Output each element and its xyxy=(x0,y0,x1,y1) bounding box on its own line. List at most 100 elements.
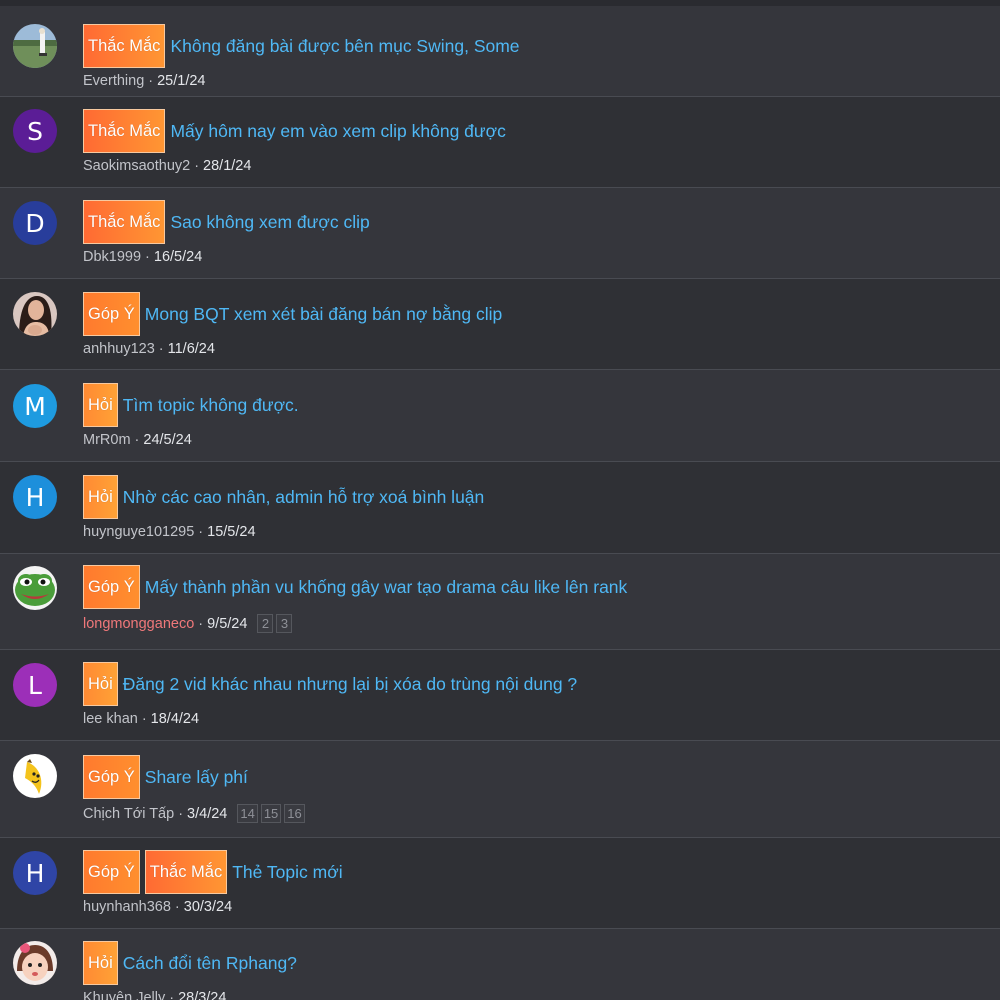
thread-author[interactable]: Dbk1999 xyxy=(83,249,141,265)
avatar-letter[interactable]: D xyxy=(13,201,57,245)
thread-meta: lee khan · 18/4/24 xyxy=(83,711,990,727)
thread-row[interactable]: M Hỏi Tìm topic không được. MrR0m · 24/5/24 xyxy=(0,370,1000,462)
thread-date[interactable]: 24/5/24 xyxy=(143,432,191,448)
thread-meta: Khuyên Jelly · 28/3/24 xyxy=(83,990,990,1000)
thread-date[interactable]: 3/4/24 xyxy=(187,806,227,822)
thread-date[interactable]: 15/5/24 xyxy=(207,524,255,540)
thread-date[interactable]: 9/5/24 xyxy=(207,616,247,632)
thread-title-line: Góp Ý Mong BQT xem xét bài đăng bán nợ bằ… xyxy=(83,292,990,336)
thread-date[interactable]: 30/3/24 xyxy=(184,899,232,915)
frog-avatar[interactable] xyxy=(13,566,57,610)
thread-content: Góp Ý Share lấy phí Chịch Tới Tấp · 3/4/24 14… xyxy=(83,755,990,823)
thread-row[interactable]: Góp Ý Mong BQT xem xét bài đăng bán nợ bằ… xyxy=(0,279,1000,370)
thread-title-line: Thắc Mắc Mấy hôm nay em vào xem clip khôn… xyxy=(83,109,990,153)
thread-row[interactable]: Hỏi Cách đổi tên Rphang? Khuyên Jelly · 28/3… xyxy=(0,929,1000,1000)
thread-title-link[interactable]: Mong BQT xem xét bài đăng bán nợ bằng cl… xyxy=(145,304,502,325)
thread-meta: huynhanh368 · 30/3/24 xyxy=(83,899,990,915)
meta-separator: · xyxy=(141,711,147,727)
thread-row[interactable]: S Thắc Mắc Mấy hôm nay em vào xem clip khô… xyxy=(0,97,1000,188)
avatar-letter[interactable]: L xyxy=(13,663,57,707)
avatar-letter[interactable]: H xyxy=(13,475,57,519)
thread-author[interactable]: longmongganeco xyxy=(83,616,194,632)
thread-meta: Chịch Tới Tấp · 3/4/24 14 15 16 xyxy=(83,804,990,823)
thread-date[interactable]: 18/4/24 xyxy=(151,711,199,727)
thread-title-link[interactable]: Thẻ Topic mới xyxy=(232,862,342,883)
thread-author[interactable]: huynguye101295 xyxy=(83,524,194,540)
thread-title-line: Hỏi Cách đổi tên Rphang? xyxy=(83,941,990,985)
thread-title-link[interactable]: Tìm topic không được. xyxy=(123,395,299,416)
avatar-initial: L xyxy=(28,670,42,700)
thread-title-link[interactable]: Cách đổi tên Rphang? xyxy=(123,953,297,974)
thread-title-line: Thắc Mắc Sao không xem được clip xyxy=(83,200,990,244)
meta-separator: · xyxy=(194,158,200,174)
prefix-thac-mac[interactable]: Thắc Mắc xyxy=(83,200,166,244)
thread-date[interactable]: 28/3/24 xyxy=(178,990,226,1000)
prefix-thac-mac[interactable]: Thắc Mắc xyxy=(144,850,228,894)
banana-avatar[interactable] xyxy=(13,754,57,798)
thread-author[interactable]: Chịch Tới Tấp xyxy=(83,806,174,822)
thread-date[interactable]: 28/1/24 xyxy=(203,158,251,174)
page-link[interactable]: 3 xyxy=(276,614,293,633)
prefix-hoi[interactable]: Hỏi xyxy=(83,662,118,706)
prefix-gop-y[interactable]: Góp Ý xyxy=(83,850,140,894)
thread-row[interactable]: Thắc Mắc Không đăng bài được bên mục Swin… xyxy=(0,6,1000,97)
thread-meta: huynguye101295 · 15/5/24 xyxy=(83,524,990,540)
prefix-thac-mac[interactable]: Thắc Mắc xyxy=(83,24,166,68)
avatar-initial: D xyxy=(25,208,45,238)
thread-title-line: Góp Ý Mấy thành phần vu khống gây war tạo… xyxy=(83,565,990,609)
prefix-hoi[interactable]: Hỏi xyxy=(83,383,118,427)
thread-title-link[interactable]: Không đăng bài được bên mục Swing, Some xyxy=(170,36,519,57)
page-link[interactable]: 15 xyxy=(260,804,282,823)
meta-separator: · xyxy=(198,615,204,632)
avatar-letter[interactable]: S xyxy=(13,109,57,153)
avatar-initial: M xyxy=(24,391,46,421)
woman-photo-avatar[interactable] xyxy=(13,292,57,336)
avatar-initial: H xyxy=(25,482,45,512)
thread-title-link[interactable]: Mấy thành phần vu khống gây war tạo dram… xyxy=(145,577,628,598)
meta-separator: · xyxy=(169,990,175,1000)
thread-row[interactable]: L Hỏi Đăng 2 vid khác nhau nhưng lại bị xó… xyxy=(0,650,1000,741)
thread-author[interactable]: huynhanh368 xyxy=(83,899,171,915)
thread-meta: Everthing · 25/1/24 xyxy=(83,73,990,89)
thread-author[interactable]: anhhuy123 xyxy=(83,341,155,357)
prefix-hoi[interactable]: Hỏi xyxy=(83,941,118,985)
prefix-thac-mac[interactable]: Thắc Mắc xyxy=(83,109,166,153)
thread-title-line: Hỏi Nhờ các cao nhân, admin hỗ trợ xoá bì… xyxy=(83,475,990,519)
thread-title-link[interactable]: Mấy hôm nay em vào xem clip không được xyxy=(170,121,505,142)
thread-title-link[interactable]: Nhờ các cao nhân, admin hỗ trợ xoá bình … xyxy=(123,487,485,508)
thread-title-link[interactable]: Đăng 2 vid khác nhau nhưng lại bị xóa do… xyxy=(123,674,577,695)
thread-title-link[interactable]: Share lấy phí xyxy=(145,767,248,788)
avatar-letter[interactable]: M xyxy=(13,384,57,428)
thread-row[interactable]: H Góp Ý Thắc Mắc Thẻ Topic mới huynhanh368 · 3… xyxy=(0,838,1000,929)
thread-title-link[interactable]: Sao không xem được clip xyxy=(170,212,369,233)
page-link[interactable]: 16 xyxy=(284,804,305,823)
thread-date[interactable]: 16/5/24 xyxy=(154,249,202,265)
thread-author[interactable]: Everthing xyxy=(83,73,144,89)
thread-title-line: Góp Ý Thắc Mắc Thẻ Topic mới xyxy=(83,850,990,894)
thread-date[interactable]: 11/6/24 xyxy=(168,341,215,357)
cartoon-girl-avatar[interactable] xyxy=(13,941,57,985)
prefix-gop-y[interactable]: Góp Ý xyxy=(83,292,140,336)
thread-author[interactable]: Saokimsaothuy2 xyxy=(83,158,190,174)
thread-row[interactable]: H Hỏi Nhờ các cao nhân, admin hỗ trợ xoá b… xyxy=(0,462,1000,554)
page-link[interactable]: 14 xyxy=(237,804,258,823)
meta-separator: · xyxy=(134,432,140,448)
meta-separator: · xyxy=(174,899,180,915)
thread-author[interactable]: MrR0m xyxy=(83,432,131,448)
thread-row[interactable]: D Thắc Mắc Sao không xem được clip Dbk1999 ·… xyxy=(0,188,1000,279)
thread-content: Thắc Mắc Mấy hôm nay em vào xem clip khôn… xyxy=(83,109,990,174)
thread-date[interactable]: 25/1/24 xyxy=(157,73,205,89)
thread-content: Thắc Mắc Không đăng bài được bên mục Swin… xyxy=(83,24,990,89)
thread-meta: Saokimsaothuy2 · 28/1/24 xyxy=(83,158,990,174)
prefix-hoi[interactable]: Hỏi xyxy=(83,475,118,519)
golf-photo-avatar[interactable] xyxy=(13,24,57,68)
thread-content: Hỏi Nhờ các cao nhân, admin hỗ trợ xoá bì… xyxy=(83,475,990,540)
thread-author[interactable]: Khuyên Jelly xyxy=(83,990,165,1000)
thread-row[interactable]: Góp Ý Mấy thành phần vu khống gây war tạo… xyxy=(0,554,1000,650)
thread-row[interactable]: Góp Ý Share lấy phí Chịch Tới Tấp · 3/4/24 14… xyxy=(0,741,1000,838)
prefix-gop-y[interactable]: Góp Ý xyxy=(83,565,140,609)
prefix-gop-y[interactable]: Góp Ý xyxy=(83,755,140,799)
page-link[interactable]: 2 xyxy=(257,614,274,633)
avatar-letter[interactable]: H xyxy=(13,851,57,895)
thread-author[interactable]: lee khan xyxy=(83,711,138,727)
